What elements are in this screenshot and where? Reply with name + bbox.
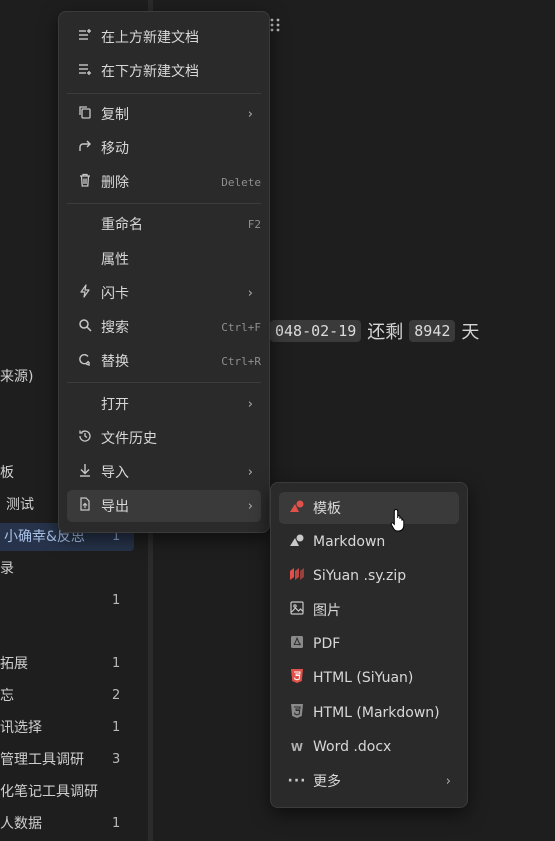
replace-icon — [75, 352, 95, 370]
pdf-icon — [287, 635, 307, 653]
day-text: 天 — [461, 322, 480, 343]
replace-item[interactable]: 替换 Ctrl+R — [67, 345, 261, 377]
export-html-markdown-item[interactable]: HTML (Markdown) — [279, 697, 459, 729]
delete-item[interactable]: 删除 Delete — [67, 166, 261, 198]
tree-row[interactable]: 化笔记工具调研 — [0, 778, 148, 806]
export-more-item[interactable]: ··· 更多 › — [279, 765, 459, 797]
menu-separator — [67, 382, 261, 383]
chevron-right-icon: › — [247, 464, 253, 480]
export-template-item[interactable]: 模板 — [279, 492, 459, 524]
chevron-right-icon: › — [445, 773, 451, 789]
export-pdf-item[interactable]: PDF — [279, 628, 459, 660]
hand-cursor-icon — [390, 508, 405, 532]
more-dots-icon: ··· — [287, 773, 307, 789]
history-icon — [75, 429, 95, 447]
search-icon — [75, 318, 95, 336]
document-context-menu: 在上方新建文档 在下方新建文档 复制 › 移动 删除 Delete · 重命名 … — [58, 11, 270, 533]
tree-row[interactable]: 拓展 1 — [0, 650, 148, 678]
tree-row[interactable]: 忘2 — [0, 682, 148, 710]
search-item[interactable]: 搜索 Ctrl+F — [67, 311, 261, 343]
tree-row[interactable]: 录 — [0, 555, 148, 583]
tree-row[interactable]: 讯选择 1 — [0, 714, 148, 742]
insert-below-icon — [75, 62, 95, 80]
export-submenu: 模板 Markdown SiYuan .sy.zip 图片 PDF HTML (… — [270, 482, 468, 808]
chevron-right-icon: › — [247, 106, 253, 122]
days-chip: 8942 — [409, 320, 456, 342]
lightning-icon — [75, 284, 95, 302]
export-file-icon — [75, 497, 95, 515]
new-doc-below-item[interactable]: 在下方新建文档 — [67, 55, 261, 87]
download-icon — [75, 463, 95, 481]
copy-icon — [75, 105, 95, 123]
file-history-item[interactable]: 文件历史 — [67, 422, 261, 454]
countdown-line: 048-02-19 还剩 8942 天 — [270, 318, 485, 344]
export-html-siyuan-item[interactable]: HTML (SiYuan) — [279, 662, 459, 694]
copy-item[interactable]: 复制 › — [67, 98, 261, 130]
insert-above-icon — [75, 28, 95, 46]
new-doc-above-item[interactable]: 在上方新建文档 — [67, 21, 261, 53]
template-icon — [287, 499, 307, 517]
import-item[interactable]: 导入 › — [67, 456, 261, 488]
tree-row[interactable]: 1 — [0, 587, 148, 615]
move-item[interactable]: 移动 — [67, 132, 261, 164]
remaining-text: 还剩 — [367, 322, 404, 343]
move-arrow-icon — [75, 139, 95, 157]
chevron-right-icon: › — [247, 285, 253, 301]
html5-icon — [287, 704, 307, 722]
siyuan-logo-icon — [287, 567, 307, 585]
export-item[interactable]: 导出 › — [67, 490, 261, 522]
markdown-icon — [287, 533, 307, 551]
attributes-item[interactable]: · 属性 — [67, 243, 261, 275]
export-markdown-item[interactable]: Markdown — [279, 526, 459, 558]
html5-icon — [287, 669, 307, 687]
menu-separator — [67, 93, 261, 94]
export-siyuan-zip-item[interactable]: SiYuan .sy.zip — [279, 560, 459, 592]
menu-separator — [67, 203, 261, 204]
chevron-right-icon: › — [247, 498, 253, 514]
trash-icon — [75, 173, 95, 191]
tree-row[interactable]: 人数据 1 — [0, 810, 148, 838]
flashcard-item[interactable]: 闪卡 › — [67, 277, 261, 309]
date-chip: 048-02-19 — [270, 320, 362, 342]
open-item[interactable]: · 打开 › — [67, 388, 261, 420]
tree-row[interactable]: 管理工具调研 3 — [0, 746, 148, 774]
chevron-right-icon: › — [247, 396, 253, 412]
export-image-item[interactable]: 图片 — [279, 594, 459, 626]
export-word-item[interactable]: W Word .docx — [279, 731, 459, 763]
image-icon — [287, 601, 307, 619]
rename-item[interactable]: · 重命名 F2 — [67, 208, 261, 240]
word-icon: W — [290, 740, 304, 754]
